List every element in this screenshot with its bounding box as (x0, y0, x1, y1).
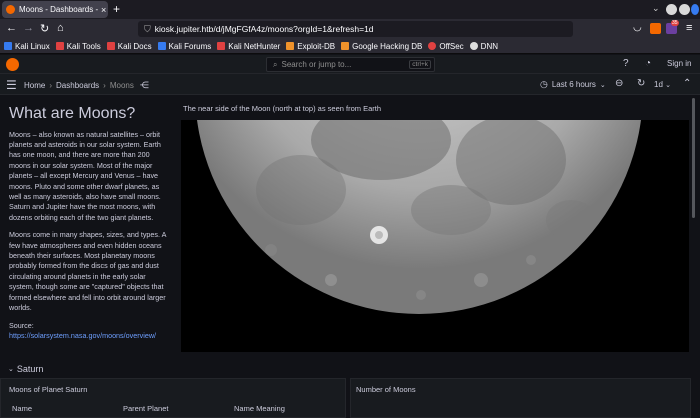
source-link[interactable]: https://solarsystem.nasa.gov/moons/overv… (9, 331, 156, 340)
browser-tab-bar: Moons - Dashboards - Gr × + ⌄ (0, 0, 700, 19)
sign-in-link[interactable]: Sign in (667, 59, 691, 68)
moon-image-panel: The near side of the Moon (north at top)… (181, 100, 690, 354)
home-icon[interactable]: ⌂ (57, 22, 64, 34)
list-all-tabs-icon[interactable]: ⌄ (652, 3, 660, 14)
clock-icon: ◷ (540, 79, 548, 89)
table-panel-title: Moons of Planet Saturn (9, 385, 88, 394)
extension-badge: 35 (671, 20, 679, 26)
row-saturn[interactable]: ⌄ Saturn (8, 364, 43, 374)
search-icon: ⌕ (273, 59, 278, 69)
browser-nav-bar: ← → ↻ ⌂ ⛉ kiosk.jupiter.htb/d/jMgFGfA4z/… (0, 19, 700, 39)
help-icon[interactable]: ? (623, 58, 629, 69)
chevron-down-icon: ⌄ (599, 81, 606, 89)
menu-icon[interactable]: ☰ (6, 78, 17, 92)
stat-panel: Number of Moons (350, 378, 691, 418)
column-header[interactable]: Name (12, 404, 32, 413)
breadcrumb-dashboards[interactable]: Dashboards (56, 81, 99, 90)
paragraph: Moons – also known as natural satellites… (9, 129, 161, 222)
zoom-out-icon[interactable]: ⊖ (615, 78, 623, 89)
pocket-icon[interactable]: ◡ (633, 22, 642, 33)
close-window-icon[interactable] (691, 4, 699, 15)
forward-icon[interactable]: → (23, 22, 34, 34)
bookmark-google-hacking-db[interactable]: Google Hacking DB (341, 42, 422, 51)
chevron-down-icon: ⌄ (665, 82, 672, 89)
column-header[interactable]: Parent Planet (123, 404, 168, 413)
share-icon[interactable]: ⋲ (140, 80, 149, 91)
grafana-top-bar: ⌕ Search or jump to... ctrl+k ? ◔ Sign i… (0, 55, 700, 74)
text-panel: What are Moons? Moons – also known as na… (0, 96, 179, 352)
tab-title: Moons - Dashboards - Gr (19, 5, 99, 14)
foxyproxy-extension-icon[interactable] (650, 23, 661, 34)
new-tab-button[interactable]: + (113, 2, 120, 16)
url-text[interactable]: kiosk.jupiter.htb/d/jMgFGfA4z/moons?orgI… (155, 24, 374, 34)
refresh-interval[interactable]: 1d ⌄ (654, 80, 671, 89)
paragraph: Moons come in many shapes, sizes, and ty… (9, 230, 167, 313)
ghdb-icon (341, 42, 350, 50)
nethunter-icon (217, 42, 226, 50)
bookmarks-toolbar: Kali Linux Kali Tools Kali Docs Kali For… (0, 39, 700, 54)
search-placeholder[interactable]: Search or jump to... (281, 60, 409, 69)
column-header[interactable]: Name Meaning (234, 404, 285, 413)
user-icon[interactable]: ◔ (645, 58, 651, 69)
bookmark-offsec[interactable]: OffSec (428, 42, 464, 51)
image-panel-title: The near side of the Moon (north at top)… (183, 104, 382, 113)
scrollbar-thumb[interactable] (692, 98, 695, 218)
kali-docs-icon (106, 42, 115, 50)
close-tab-icon[interactable]: × (101, 5, 106, 15)
globe-icon (469, 42, 478, 50)
source-line: Source: https://solarsystem.nasa.gov/moo… (9, 320, 157, 340)
app-menu-icon[interactable]: ≡ (686, 22, 692, 34)
bookmark-exploit-db[interactable]: Exploit-DB (286, 42, 335, 51)
breadcrumb-separator-icon: › (103, 81, 106, 90)
refresh-icon[interactable]: ↻ (637, 78, 645, 89)
offsec-icon (428, 42, 437, 50)
grafana-favicon-icon (6, 5, 15, 14)
bookmark-kali-docs[interactable]: Kali Docs (106, 42, 152, 51)
minimize-window-icon[interactable] (666, 4, 677, 15)
scrollbar[interactable] (691, 96, 696, 418)
breadcrumb-current: Moons (109, 81, 134, 90)
breadcrumb-home[interactable]: Home (24, 81, 45, 90)
table-panel: Moons of Planet Saturn Name Parent Plane… (0, 378, 346, 418)
moon-image (181, 120, 689, 352)
bookmark-dnn[interactable]: DNN (469, 42, 498, 51)
kali-icon (4, 42, 12, 50)
chevron-down-icon: ⌄ (8, 366, 14, 373)
bookmark-kali-linux[interactable]: Kali Linux (4, 42, 50, 51)
url-bar[interactable]: ⛉ kiosk.jupiter.htb/d/jMgFGfA4z/moons?or… (138, 21, 573, 37)
time-range-label: Last 6 hours (551, 80, 596, 89)
panel-title: What are Moons? (9, 105, 136, 122)
browser-tab[interactable]: Moons - Dashboards - Gr × (2, 1, 108, 18)
breadcrumb-separator-icon: › (49, 81, 53, 90)
collapse-icon[interactable]: ⌃ (683, 78, 691, 89)
maximize-window-icon[interactable] (679, 4, 690, 15)
breadcrumb: Home › Dashboards › Moons ⋲ (24, 80, 149, 91)
row-title: Saturn (16, 364, 44, 374)
dashboard-nav-bar: ☰ Home › Dashboards › Moons ⋲ ◷ Last 6 h… (0, 74, 700, 95)
exploit-db-icon (286, 42, 295, 50)
bookmark-kali-tools[interactable]: Kali Tools (55, 42, 101, 51)
page-info-icon[interactable]: ⛉ (144, 24, 151, 35)
moon-illustration (197, 120, 641, 314)
stat-panel-title: Number of Moons (356, 385, 416, 394)
search-shortcut: ctrl+k (409, 60, 431, 69)
search-bar[interactable]: ⌕ Search or jump to... ctrl+k (266, 57, 435, 72)
back-icon[interactable]: ← (6, 22, 17, 34)
bookmark-kali-forums[interactable]: Kali Forums (157, 42, 211, 51)
kali-forums-icon (157, 42, 166, 50)
kali-tools-icon (55, 42, 64, 50)
time-range-picker[interactable]: ◷ Last 6 hours ⌄ (540, 79, 606, 90)
bookmark-kali-nethunter[interactable]: Kali NetHunter (217, 42, 280, 51)
grafana-logo-icon[interactable] (6, 58, 19, 71)
reload-icon[interactable]: ↻ (40, 22, 49, 35)
